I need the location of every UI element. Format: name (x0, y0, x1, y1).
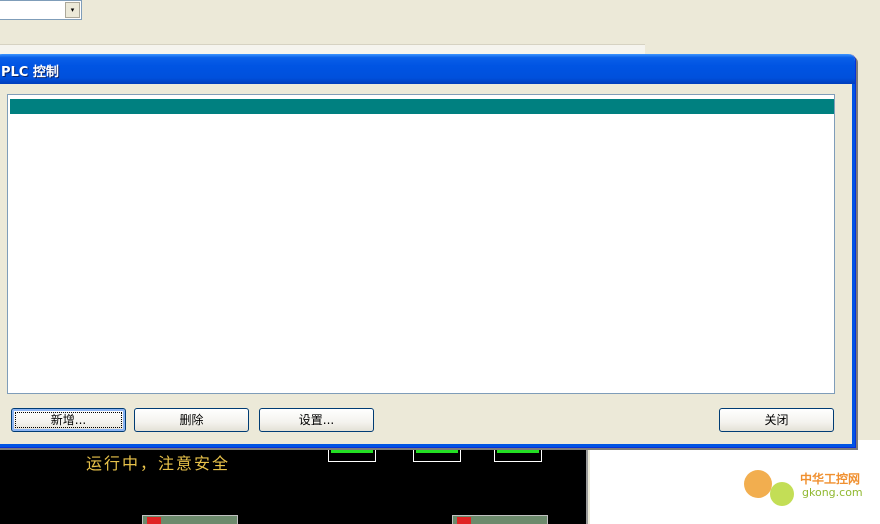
list-item-index: 1 : (12, 115, 27, 128)
hmi-canvas[interactable]: 运行中，注意安全 (0, 440, 588, 524)
plc-control-dialog: PLC 控制 1 : [Device 1 : D-var0#0] => 切换基本… (0, 54, 856, 448)
hmi-button-object[interactable] (452, 515, 548, 524)
dialog-title: PLC 控制 (1, 65, 59, 80)
add-button[interactable]: 新增... (11, 408, 126, 432)
watermark-en: gkong.com (802, 486, 863, 499)
hmi-status-text: 运行中，注意安全 (86, 454, 231, 473)
gear-icon (770, 482, 794, 506)
chevron-down-icon[interactable]: ▾ (65, 2, 80, 18)
list-item-text: [Device 1 : D-var0#0] => 切换基本窗口 (换页后打开背光… (46, 130, 443, 143)
plc-action-list[interactable]: 1 : [Device 1 : D-var0#0] => 切换基本窗口 (换页后… (7, 94, 835, 394)
watermark-cn: 中华工控网 (800, 472, 861, 486)
dialog-titlebar[interactable]: PLC 控制 (0, 54, 855, 84)
delete-button[interactable]: 删除 (134, 408, 249, 432)
hmi-button-object[interactable] (142, 515, 238, 524)
settings-button[interactable]: 设置... (259, 408, 374, 432)
toolbar-dropdown[interactable]: ▾ (0, 0, 82, 20)
close-button[interactable]: 关闭 (719, 408, 834, 432)
watermark-logo: 中华工控网 gkong.com (742, 464, 880, 516)
list-item[interactable]: 1 : [Device 1 : D-var0#0] => 切换基本窗口 (换页后… (10, 99, 834, 143)
gear-icon (744, 470, 772, 498)
